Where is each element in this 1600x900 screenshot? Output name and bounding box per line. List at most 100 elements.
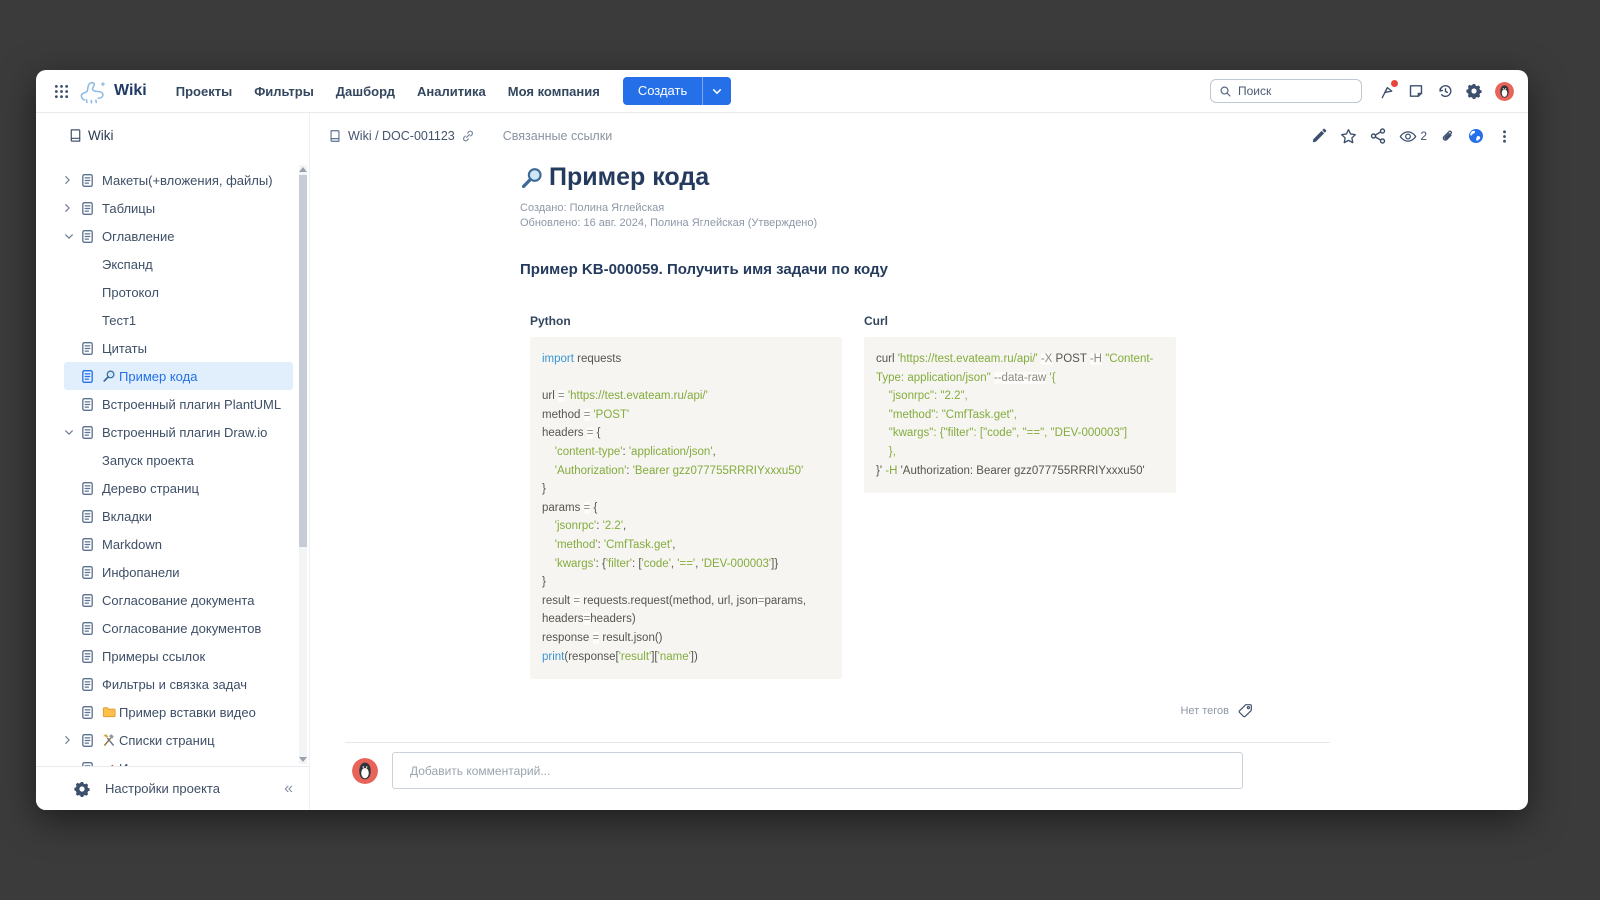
menu-item[interactable]: Проекты bbox=[176, 84, 232, 99]
code-column: Pythonimport requests url = 'https://tes… bbox=[530, 314, 842, 679]
copy-link-icon[interactable] bbox=[461, 129, 475, 143]
sidebar-item[interactable]: Фильтры и связка задач bbox=[64, 670, 293, 698]
sidebar-item-label: Фильтры и связка задач bbox=[102, 677, 247, 692]
sidebar-item-label: Оглавление bbox=[102, 229, 174, 244]
sidebar-item-label: Инфопанели bbox=[102, 565, 180, 580]
menu-item[interactable]: Аналитика bbox=[417, 84, 486, 99]
project-settings-gear-icon[interactable] bbox=[74, 781, 90, 797]
notifications-icon[interactable] bbox=[1378, 83, 1395, 100]
scrollbar-thumb[interactable] bbox=[299, 175, 307, 547]
more-icon[interactable] bbox=[1497, 129, 1512, 144]
sidebar-item[interactable]: Таблицы bbox=[64, 194, 293, 222]
article: Пример кода Создано: Полина Яглейская Об… bbox=[520, 163, 1332, 679]
sidebar-item[interactable]: Markdown bbox=[64, 530, 293, 558]
tags-row: Нет тегов bbox=[1180, 703, 1253, 718]
sidebar-item[interactable]: Инфопанели bbox=[64, 558, 293, 586]
sidebar-item[interactable]: Вкладки bbox=[64, 502, 293, 530]
tools-icon bbox=[102, 733, 119, 747]
edit-icon[interactable] bbox=[1311, 128, 1327, 144]
sidebar-item[interactable]: Дерево страниц bbox=[64, 474, 293, 502]
global-search bbox=[1210, 79, 1362, 103]
sidebar-item[interactable]: Встроенный плагин Draw.io bbox=[64, 418, 293, 446]
create-button-group: Создать bbox=[623, 77, 731, 105]
document-icon bbox=[80, 229, 102, 244]
sidebar-item-label: Макеты(+вложения, файлы) bbox=[102, 173, 273, 188]
page-title: Пример кода bbox=[549, 163, 709, 192]
sidebar-item[interactable]: Цитаты bbox=[64, 334, 293, 362]
collapse-sidebar-button[interactable]: « bbox=[284, 780, 293, 798]
share-icon[interactable] bbox=[1370, 128, 1386, 144]
chevron-right-icon[interactable] bbox=[64, 175, 80, 185]
menu-item[interactable]: Дашборд bbox=[336, 84, 395, 99]
chevron-down-icon[interactable] bbox=[64, 429, 80, 436]
app-logo[interactable]: Wiki bbox=[78, 79, 147, 104]
sidebar-item-label: Встроенный плагин Draw.io bbox=[102, 425, 267, 440]
globe-icon[interactable] bbox=[1468, 128, 1484, 144]
sidebar-item-label: Протокол bbox=[64, 285, 159, 300]
create-dropdown-button[interactable] bbox=[702, 77, 731, 105]
sidebar-item-label: Согласование документов bbox=[102, 621, 261, 636]
views-icon[interactable]: 2 bbox=[1399, 129, 1427, 143]
favorite-icon[interactable] bbox=[1340, 128, 1357, 145]
sidebar-item[interactable]: Экспанд bbox=[64, 250, 293, 278]
sidebar-item[interactable]: Макеты(+вложения, файлы) bbox=[64, 166, 293, 194]
sidebar-item-label: Пример вставки видео bbox=[119, 705, 256, 720]
sidebar-item[interactable]: Протокол bbox=[64, 278, 293, 306]
sidebar-item[interactable]: Списки страниц bbox=[64, 726, 293, 754]
sidebar-item-label: Тест1 bbox=[64, 313, 136, 328]
settings-icon[interactable] bbox=[1466, 83, 1482, 99]
chevron-right-icon[interactable] bbox=[64, 735, 80, 745]
sidebar-item[interactable]: Примеры ссылок bbox=[64, 642, 293, 670]
sidebar-item[interactable]: Запуск проекта bbox=[64, 446, 293, 474]
code-block-label: Python bbox=[530, 314, 842, 328]
comment-input[interactable] bbox=[392, 752, 1243, 789]
menu-item[interactable]: Моя компания bbox=[508, 84, 600, 99]
project-settings-label[interactable]: Настройки проекта bbox=[105, 781, 220, 796]
breadcrumb[interactable]: Wiki / DOC-001123 bbox=[348, 129, 455, 143]
notes-icon[interactable] bbox=[1408, 83, 1424, 99]
sidebar-item[interactable]: Пример вставки видео bbox=[64, 698, 293, 726]
sidebar-item[interactable]: Инклюд bbox=[64, 754, 293, 766]
sidebar-item[interactable]: Тест1 bbox=[64, 306, 293, 334]
document-icon bbox=[80, 425, 102, 440]
logo-text: Wiki bbox=[114, 82, 147, 100]
sidebar-item[interactable]: Согласование документов bbox=[64, 614, 293, 642]
attachment-icon[interactable] bbox=[1440, 129, 1455, 144]
sidebar-scrollbar[interactable] bbox=[299, 165, 307, 764]
sidebar-item-label: Пример кода bbox=[119, 369, 197, 384]
sidebar-item-label: Встроенный плагин PlantUML bbox=[102, 397, 281, 412]
create-button[interactable]: Создать bbox=[623, 77, 702, 105]
sidebar-item[interactable]: Пример кода bbox=[64, 362, 293, 390]
topbar-icon-group bbox=[1378, 82, 1514, 101]
chevron-right-icon[interactable] bbox=[64, 203, 80, 213]
user-avatar bbox=[352, 758, 378, 784]
sidebar-item[interactable]: Оглавление bbox=[64, 222, 293, 250]
app-window: Wiki Проекты Фильтры Дашборд Аналитика Моя к… bbox=[36, 70, 1528, 810]
search-input[interactable] bbox=[1238, 84, 1338, 98]
history-icon[interactable] bbox=[1437, 83, 1453, 99]
sidebar-item-label: Примеры ссылок bbox=[102, 649, 205, 664]
updated-by: Обновлено: 16 авг. 2024, Полина Яглейска… bbox=[520, 216, 1332, 231]
document-icon bbox=[80, 397, 102, 412]
tags-label: Нет тегов bbox=[1180, 705, 1229, 717]
chevron-down-icon[interactable] bbox=[64, 233, 80, 240]
sidebar-item-label: Вкладки bbox=[102, 509, 152, 524]
document-icon bbox=[80, 705, 102, 720]
document-icon bbox=[80, 733, 102, 748]
code-block-label: Curl bbox=[864, 314, 1176, 328]
section-heading: Пример KB-000059. Получить имя задачи по… bbox=[520, 261, 1332, 278]
wiki-book-icon bbox=[68, 128, 83, 143]
sidebar-item[interactable]: Встроенный плагин PlantUML bbox=[64, 390, 293, 418]
scrollbar-up-arrow[interactable] bbox=[299, 167, 307, 172]
scrollbar-down-arrow[interactable] bbox=[299, 757, 307, 762]
document-icon bbox=[80, 173, 102, 188]
user-avatar[interactable] bbox=[1495, 82, 1514, 101]
tag-icon[interactable] bbox=[1238, 703, 1253, 718]
sidebar-item[interactable]: Согласование документа bbox=[64, 586, 293, 614]
app-grid-icon[interactable] bbox=[50, 80, 72, 102]
document-icon bbox=[80, 341, 102, 356]
comment-divider bbox=[345, 742, 1330, 743]
sidebar-item-label: Запуск проекта bbox=[64, 453, 194, 468]
menu-item[interactable]: Фильтры bbox=[254, 84, 314, 99]
related-links-button[interactable]: Связанные ссылки bbox=[503, 129, 612, 143]
